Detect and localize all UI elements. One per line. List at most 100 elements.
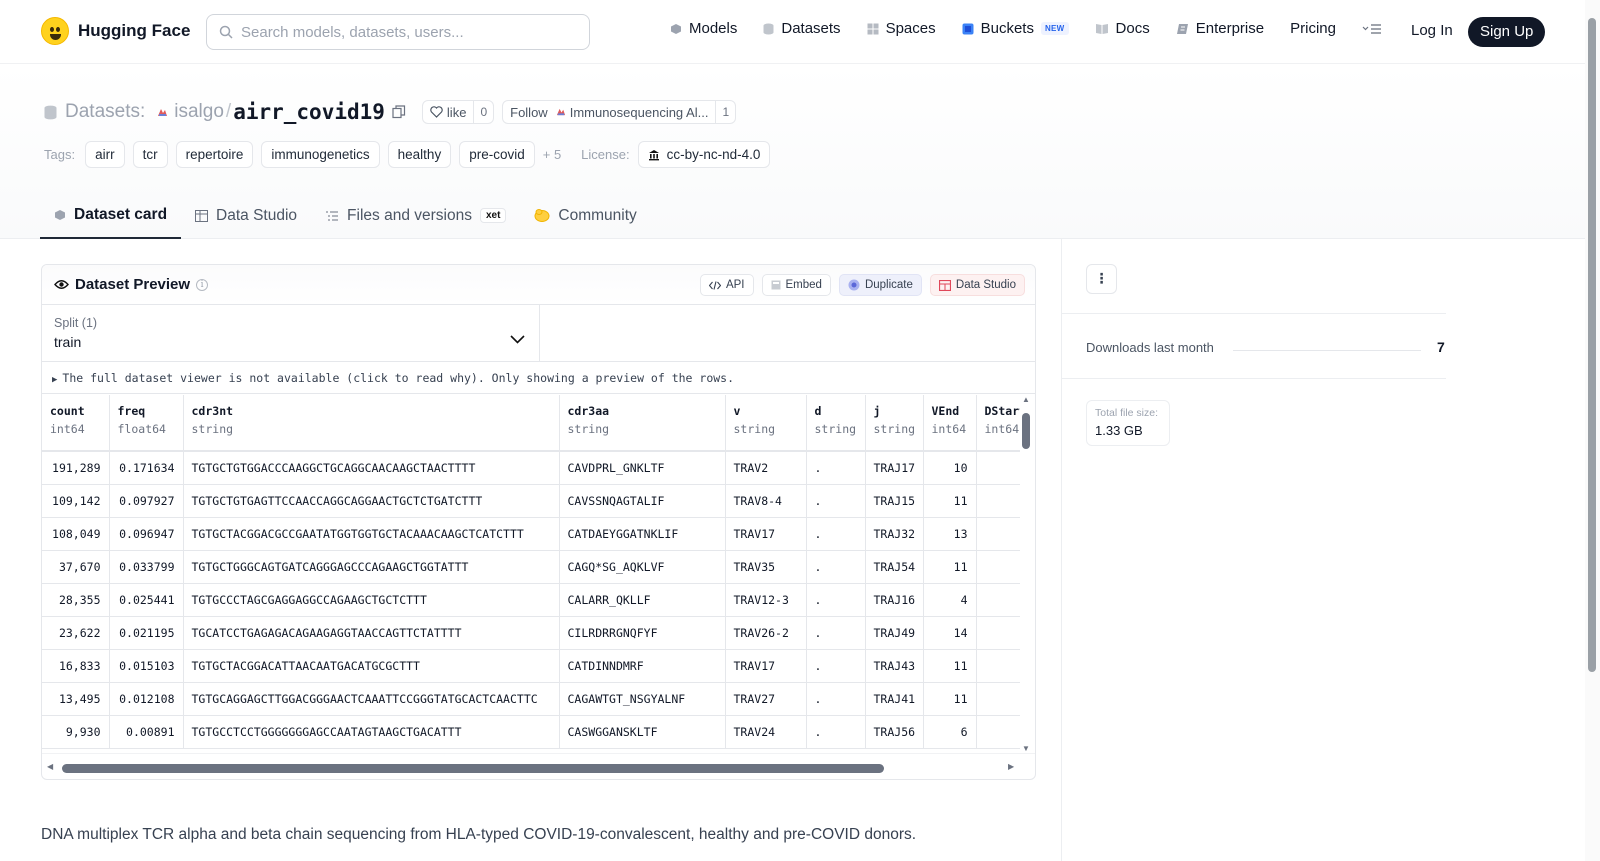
- more-tags-button[interactable]: + 5: [543, 147, 561, 162]
- duplicate-button[interactable]: Duplicate: [838, 274, 922, 296]
- tag-healthy[interactable]: healthy: [387, 141, 452, 168]
- nav-pricing[interactable]: Pricing: [1290, 20, 1336, 37]
- login-link[interactable]: Log In: [1411, 22, 1453, 39]
- table-cell-cdr3aa: CALARR_QKLLF: [559, 583, 726, 617]
- vertical-scroll-thumb[interactable]: [1022, 413, 1030, 449]
- nav-enterprise[interactable]: Enterprise: [1176, 20, 1264, 37]
- tag-pre-covid[interactable]: pre-covid: [459, 141, 535, 168]
- like-label: like: [446, 104, 467, 120]
- column-header[interactable]: count int64: [42, 395, 110, 452]
- info-icon[interactable]: i: [196, 278, 209, 291]
- tab-files-and-versions[interactable]: Files and versions xet: [311, 192, 520, 239]
- hugging-face-logo-icon: [41, 17, 69, 45]
- more-options-button[interactable]: ⋮: [1086, 264, 1117, 294]
- nav-models[interactable]: Models: [670, 20, 737, 37]
- table-row[interactable]: 9,930 0.00891 TGTGCCTCCTGGGGGGGAGCCAATAGTA…: [42, 715, 1020, 749]
- embed-button[interactable]: Embed: [761, 274, 831, 296]
- column-name: VEnd: [931, 404, 960, 418]
- column-header[interactable]: cdr3aa string: [559, 395, 726, 452]
- caret-right-icon: ▶: [52, 375, 58, 385]
- column-header[interactable]: freq float64: [109, 395, 184, 452]
- tab-dataset-card[interactable]: Dataset card: [40, 192, 182, 239]
- repo-name[interactable]: airr_covid19: [233, 100, 385, 124]
- table-cell-freq: 0.025441: [109, 583, 184, 617]
- tag-repertoire[interactable]: repertoire: [175, 141, 254, 168]
- page-scroll-thumb[interactable]: [1588, 18, 1596, 672]
- brand-logo[interactable]: Hugging Face: [41, 17, 190, 45]
- viewer-notice[interactable]: ▶ The full dataset viewer is not availabl…: [42, 362, 1035, 394]
- horizontal-scroll-thumb[interactable]: [62, 764, 884, 773]
- tab-community[interactable]: Community: [520, 192, 650, 239]
- table-row[interactable]: 28,355 0.025441 TGTGCCCTAGCGAGGAGGCCAGAAGC…: [42, 583, 1020, 617]
- column-header[interactable]: d string: [806, 395, 866, 452]
- data-studio-button[interactable]: Data Studio: [929, 274, 1025, 296]
- page-scrollbar[interactable]: [1585, 0, 1600, 861]
- nav-buckets-label: Buckets: [980, 20, 1034, 37]
- column-header[interactable]: DStart int64: [976, 395, 1020, 452]
- tag-tcr[interactable]: tcr: [132, 141, 168, 168]
- embed-label: Embed: [785, 279, 822, 291]
- table-row[interactable]: 16,833 0.015103 TGTGCTACGGACATTAACAATGACAT…: [42, 649, 1020, 683]
- nav-spaces[interactable]: Spaces: [867, 20, 936, 37]
- table-cell-vend: 14: [923, 616, 977, 650]
- tag-immunogenetics[interactable]: immunogenetics: [261, 141, 380, 168]
- copy-icon[interactable]: [392, 105, 406, 119]
- table-cell-cdr3aa: CAVSSNQAGTALIF: [559, 484, 726, 518]
- table-cell-cdr3aa: CILRDRRGNQFYF: [559, 616, 726, 650]
- search-input[interactable]: [241, 23, 561, 41]
- scroll-up-icon[interactable]: ▲: [1022, 395, 1030, 404]
- table-cell-count: 9,930: [42, 715, 110, 749]
- table-cell-j: TRAJ17: [865, 450, 924, 485]
- api-button[interactable]: API: [699, 274, 754, 296]
- table-cell-freq: 0.012108: [109, 682, 184, 716]
- column-header[interactable]: j string: [865, 395, 924, 452]
- table-cell-j: TRAJ56: [865, 715, 924, 749]
- follow-button[interactable]: Follow Immunosequencing Al... 1: [502, 100, 737, 124]
- nav-datasets[interactable]: Datasets: [763, 20, 841, 37]
- table-cell-cdr3aa: CASWGGANSKLTF: [559, 715, 726, 749]
- table-body: 191,289 0.171634 TGTGCTGTGGACCCAAGGCTGCAGG…: [42, 450, 1020, 749]
- column-header[interactable]: cdr3nt string: [183, 395, 560, 452]
- bank-icon: [648, 149, 659, 160]
- table-cell-j: TRAJ49: [865, 616, 924, 650]
- nav-pricing-label: Pricing: [1290, 20, 1336, 37]
- nav-docs[interactable]: Docs: [1095, 20, 1150, 37]
- nav-buckets[interactable]: Buckets NEW: [962, 20, 1069, 37]
- tab-community-label: Community: [558, 206, 637, 224]
- table-vertical-scrollbar[interactable]: ▲ ▼: [1019, 395, 1033, 753]
- table-row[interactable]: 23,622 0.021195 TGCATCCTGAGAGACAGAAGAGGTAA…: [42, 616, 1020, 650]
- column-header[interactable]: VEnd int64: [923, 395, 977, 452]
- table-cell-v: TRAV35: [725, 550, 807, 584]
- org-avatar-icon: [556, 108, 565, 116]
- signup-button[interactable]: Sign Up: [1468, 17, 1546, 47]
- embed-icon: [771, 280, 780, 290]
- tag-airr[interactable]: airr: [85, 141, 125, 168]
- split-selector[interactable]: Split (1) train: [42, 305, 540, 362]
- follow-count: 1: [715, 101, 735, 123]
- like-button[interactable]: like 0: [421, 100, 495, 124]
- eye-icon: [54, 280, 69, 289]
- table-cell-d: .: [806, 550, 866, 584]
- table-row[interactable]: 37,670 0.033799 TGTGCTGGGCAGTGATCAGGGAGCCC…: [42, 550, 1020, 584]
- table-horizontal-scrollbar[interactable]: ◀ ▶: [42, 753, 1035, 779]
- column-header[interactable]: v string: [725, 395, 807, 452]
- table-row[interactable]: 109,142 0.097927 TGTGCTGTGAGTTCCAACCAGGCAG…: [42, 484, 1020, 518]
- table-cell-count: 109,142: [42, 484, 110, 518]
- table-cell-dstart: [976, 450, 1020, 485]
- scroll-left-icon[interactable]: ◀: [47, 762, 53, 771]
- scroll-right-icon[interactable]: ▶: [1008, 762, 1014, 771]
- license-tag[interactable]: cc-by-nc-nd-4.0: [637, 141, 771, 168]
- license-label: License:: [581, 147, 630, 162]
- table-row[interactable]: 108,049 0.096947 TGTGCTACGGACGCCGAATATGGTG…: [42, 517, 1020, 551]
- data-studio-label: Data Studio: [955, 279, 1016, 291]
- more-menu-icon: [1362, 23, 1381, 34]
- scroll-down-icon[interactable]: ▼: [1022, 744, 1030, 753]
- nav-more-menu[interactable]: [1362, 23, 1382, 35]
- tab-data-studio[interactable]: Data Studio: [181, 192, 311, 239]
- table-row[interactable]: 13,495 0.012108 TGTGCAGGAGCTTGGACGGGAACTCA…: [42, 682, 1020, 716]
- preview-table-container[interactable]: count int64 freq float64 cdr3nt string cdr3…: [42, 395, 1020, 753]
- repo-owner-link[interactable]: isalgo: [174, 101, 224, 123]
- table-cell-count: 37,670: [42, 550, 110, 584]
- table-row[interactable]: 191,289 0.171634 TGTGCTGTGGACCCAAGGCTGCAGG…: [42, 450, 1020, 485]
- search-bar[interactable]: [206, 14, 590, 50]
